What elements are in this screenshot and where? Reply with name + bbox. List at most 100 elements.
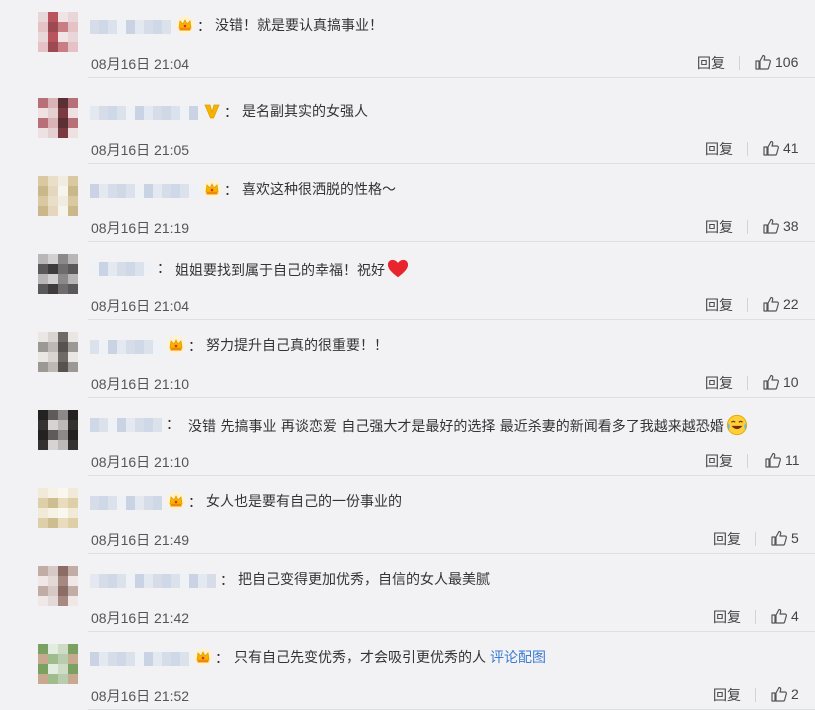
username-blurred[interactable] xyxy=(90,20,171,34)
reply-button[interactable]: 回复 xyxy=(713,685,741,705)
comment-time: 08月16日 21:19 xyxy=(91,220,190,236)
username-blurred[interactable] xyxy=(90,496,162,510)
comment-item: ：把自己变得更加优秀，自信的女人最美腻 08月16日 21:42 回复 4 xyxy=(0,554,815,632)
comment-item: ：姐姐要找到属于自己的幸福！祝好 08月16日 21:04 回复 22 xyxy=(0,242,815,320)
comment-item: ： 没错 先搞事业 再谈恋爱 自己强大才是最好的选择 最近杀妻的新闻看多了我越来越… xyxy=(0,398,815,476)
thumbs-up-icon xyxy=(762,139,780,157)
comment-item: ： 只有自己先变优秀，才会吸引更优秀的人 评论配图 08月16日 21:52 回复 2 xyxy=(0,632,815,710)
reply-button[interactable]: 回复 xyxy=(697,53,725,73)
like-button[interactable]: 106 xyxy=(751,53,798,71)
like-count: 41 xyxy=(783,140,799,156)
avatar[interactable] xyxy=(38,410,78,450)
comment-text-content: 把自己变得更加优秀，自信的女人最美腻 xyxy=(238,572,490,588)
reply-button[interactable]: 回复 xyxy=(705,295,733,315)
reply-button[interactable]: 回复 xyxy=(713,607,741,627)
action-separator xyxy=(755,532,756,546)
divider xyxy=(88,77,815,78)
like-button[interactable]: 22 xyxy=(759,295,799,313)
username-blurred[interactable] xyxy=(90,106,198,120)
comment-text-content: 女人也是要有自己的一份事业的 xyxy=(206,494,402,510)
comment-time: 08月16日 21:42 xyxy=(91,610,190,626)
like-button[interactable]: 5 xyxy=(767,529,799,547)
username-blurred[interactable] xyxy=(90,418,162,432)
username-blurred[interactable] xyxy=(90,652,189,666)
comment-time: 08月16日 21:04 xyxy=(91,298,190,314)
reply-button[interactable]: 回复 xyxy=(705,217,733,237)
comment-text: 喜欢这种很洒脱的性格～ xyxy=(242,180,396,200)
name-colon: ： xyxy=(220,573,234,589)
like-count: 4 xyxy=(791,608,799,624)
comment-text-content: 没错！就是要认真搞事业！ xyxy=(215,18,383,34)
avatar[interactable] xyxy=(38,332,78,372)
username-blurred[interactable] xyxy=(90,184,198,198)
thumbs-up-icon xyxy=(770,607,788,625)
comment-text: 没错 先搞事业 再谈恋爱 自己强大才是最好的选择 最近杀妻的新闻看多了我越来越恐… xyxy=(188,414,748,437)
thumbs-up-icon xyxy=(762,373,780,391)
thumbs-up-icon xyxy=(762,217,780,235)
like-button[interactable]: 10 xyxy=(759,373,799,391)
action-separator xyxy=(747,454,748,468)
action-separator xyxy=(755,688,756,702)
like-count: 2 xyxy=(791,686,799,702)
avatar[interactable] xyxy=(38,98,78,138)
reply-button[interactable]: 回复 xyxy=(705,139,733,159)
comment-text-content: 姐姐要找到属于自己的幸福！祝好 xyxy=(175,263,385,279)
crown-icon xyxy=(202,179,222,199)
avatar[interactable] xyxy=(38,566,78,606)
comment-text: 努力提升自己真的很重要！！ xyxy=(206,336,388,356)
comment-item: ：是名副其实的女强人 08月16日 21:05 回复 41 xyxy=(0,86,815,164)
avatar[interactable] xyxy=(38,254,78,294)
comment-item: ：没错！就是要认真搞事业！ 08月16日 21:04 回复 106 xyxy=(0,0,815,78)
like-count: 10 xyxy=(783,374,799,390)
name-colon: ： xyxy=(188,495,202,511)
comment-time: 08月16日 21:49 xyxy=(91,532,190,548)
name-colon: ： xyxy=(215,651,229,667)
like-count: 11 xyxy=(785,452,800,468)
like-button[interactable]: 11 xyxy=(761,451,800,469)
action-separator xyxy=(747,220,748,234)
comment-text: 姐姐要找到属于自己的幸福！祝好 xyxy=(175,258,409,281)
name-colon: ： xyxy=(224,105,238,121)
action-separator xyxy=(739,56,740,70)
avatar[interactable] xyxy=(38,644,78,684)
thumbs-up-icon xyxy=(754,53,772,71)
comment-text: 把自己变得更加优秀，自信的女人最美腻 xyxy=(238,570,490,590)
like-count: 5 xyxy=(791,530,799,546)
comment-item: ：女人也是要有自己的一份事业的 08月16日 21:49 回复 5 xyxy=(0,476,815,554)
thumbs-up-icon xyxy=(770,529,788,547)
like-count: 106 xyxy=(775,54,799,70)
username-blurred[interactable] xyxy=(90,574,216,588)
avatar[interactable] xyxy=(38,488,78,528)
heart-emoji-icon xyxy=(387,258,409,280)
comment-time: 08月16日 21:10 xyxy=(91,454,190,470)
name-colon: ： xyxy=(224,183,238,199)
name-colon: ： xyxy=(197,19,211,35)
like-button[interactable]: 4 xyxy=(767,607,799,625)
like-count: 38 xyxy=(783,218,799,234)
reply-button[interactable]: 回复 xyxy=(705,451,733,471)
username-blurred[interactable] xyxy=(90,340,162,354)
comment-text-content: 没错 先搞事业 再谈恋爱 自己强大才是最好的选择 最近杀妻的新闻看多了我越来越恐… xyxy=(188,419,724,435)
like-count: 22 xyxy=(783,296,799,312)
avatar[interactable] xyxy=(38,176,78,216)
crown-icon xyxy=(175,15,195,35)
comment-text: 女人也是要有自己的一份事业的 xyxy=(206,492,402,512)
thumbs-up-icon xyxy=(770,685,788,703)
reply-button[interactable]: 回复 xyxy=(705,373,733,393)
comment-text-content: 只有自己先变优秀，才会吸引更优秀的人 xyxy=(234,650,486,666)
comment-text: 是名副其实的女强人 xyxy=(242,102,368,122)
username-blurred[interactable] xyxy=(90,262,153,276)
name-colon: ： xyxy=(166,417,180,433)
comment-text: 没错！就是要认真搞事业！ xyxy=(215,16,383,36)
comment-time: 08月16日 21:05 xyxy=(91,142,190,158)
crown-icon xyxy=(193,647,213,667)
avatar[interactable] xyxy=(38,12,78,52)
like-button[interactable]: 2 xyxy=(767,685,799,703)
like-button[interactable]: 41 xyxy=(759,139,799,157)
comment-item: ：努力提升自己真的很重要！！ 08月16日 21:10 回复 10 xyxy=(0,320,815,398)
comment-image-link[interactable]: 评论配图 xyxy=(490,650,546,666)
like-button[interactable]: 38 xyxy=(759,217,799,235)
reply-button[interactable]: 回复 xyxy=(713,529,741,549)
comment-time: 08月16日 21:04 xyxy=(91,56,190,72)
action-separator xyxy=(755,610,756,624)
